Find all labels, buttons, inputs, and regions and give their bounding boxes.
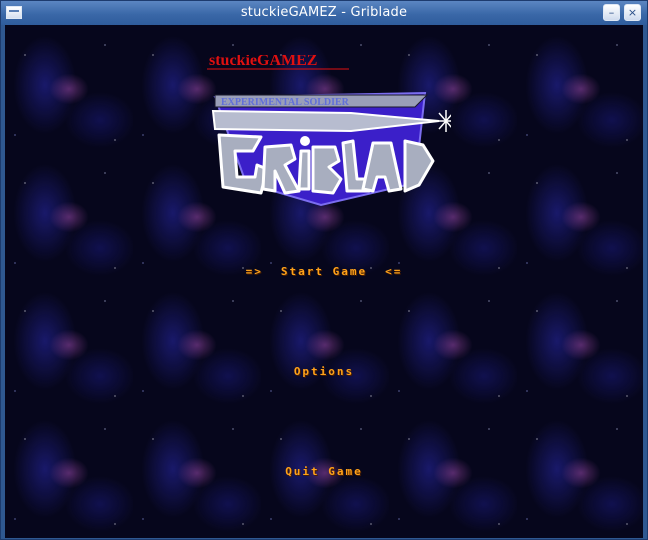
griblade-logo: stuckieGAMEZ EXPERIMENTAL SOLDIER [207,55,451,207]
publisher-text: stuckieGAMEZ [209,55,317,69]
app-window: stuckieGAMEZ - Griblade – × stuckieGAMEZ… [0,0,648,540]
minimize-button[interactable]: – [603,4,620,21]
quit-game-option[interactable]: Quit Game [5,465,643,478]
start-game-option[interactable]: => Start Game <= [5,265,643,278]
start-game-label: Start Game [280,265,368,278]
window-title: stuckieGAMEZ - Griblade [240,5,408,20]
options-option[interactable]: Options [5,365,643,378]
title-bar[interactable]: stuckieGAMEZ - Griblade – × [1,1,647,25]
close-button[interactable]: × [624,4,641,21]
selector-right-arrow: <= [385,265,403,278]
subtitle-text: EXPERIMENTAL SOLDIER [221,97,350,108]
sparkle-icon [435,110,451,132]
game-canvas[interactable]: stuckieGAMEZ EXPERIMENTAL SOLDIER => Star… [5,25,643,538]
selector-left-arrow: => [245,265,263,278]
